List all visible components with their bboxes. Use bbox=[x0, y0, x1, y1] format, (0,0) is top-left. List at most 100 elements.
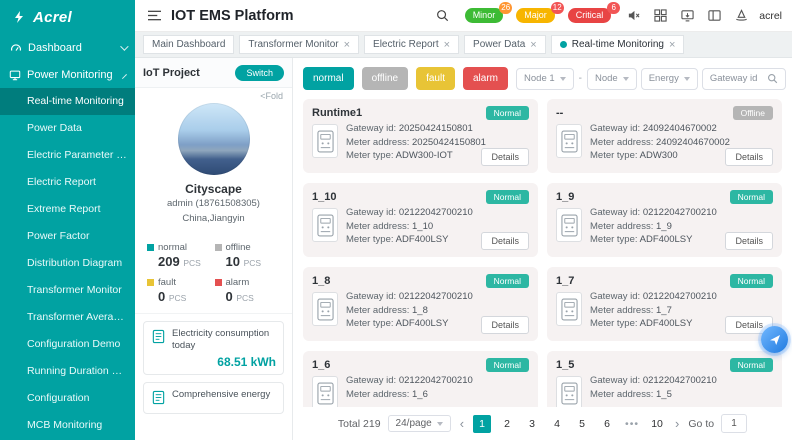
sidebar-item-extreme-report[interactable]: Extreme Report bbox=[0, 196, 135, 223]
stat-unit: PCS bbox=[169, 293, 186, 303]
alarm-badge-critical[interactable]: Critical6 bbox=[568, 8, 612, 23]
mute-icon[interactable] bbox=[624, 7, 642, 25]
alarm-badge-major[interactable]: Major12 bbox=[516, 8, 555, 23]
normal-color-dot bbox=[147, 244, 154, 251]
details-button[interactable]: Details bbox=[725, 232, 773, 250]
page-number-3[interactable]: 3 bbox=[523, 415, 541, 433]
sidebar-item-mcb-monitoring[interactable]: MCB Monitoring bbox=[0, 412, 135, 439]
skin-theme-hat-icon[interactable] bbox=[732, 7, 750, 25]
sidebar-item-power-data[interactable]: Power Data bbox=[0, 115, 135, 142]
filter-fault-button[interactable]: fault bbox=[416, 67, 455, 90]
logo: Acrel bbox=[0, 0, 135, 34]
device-card: 1_7NormalGateway id: 02122042700210Meter… bbox=[547, 267, 782, 341]
power-monitor-icon bbox=[9, 68, 21, 81]
page-number-6[interactable]: 6 bbox=[598, 415, 616, 433]
gateway-search-box[interactable] bbox=[702, 68, 786, 90]
search-icon[interactable] bbox=[767, 73, 779, 85]
chevron-down-icon bbox=[623, 77, 629, 81]
details-button[interactable]: Details bbox=[481, 316, 529, 334]
device-meter-address: Meter address: 1_7 bbox=[590, 304, 717, 318]
project-stat-fault: fault0 PCS bbox=[147, 277, 213, 304]
tab-close-icon[interactable]: × bbox=[669, 40, 675, 50]
page-number-2[interactable]: 2 bbox=[498, 415, 516, 433]
acrel-logo-icon bbox=[10, 8, 28, 26]
tab-transformer-monitor[interactable]: Transformer Monitor× bbox=[239, 35, 359, 54]
alarm-badge-minor[interactable]: Minor26 bbox=[465, 8, 504, 23]
details-button[interactable]: Details bbox=[481, 232, 529, 250]
tab-close-icon[interactable]: × bbox=[344, 40, 350, 50]
project-location: China,Jiangyin bbox=[135, 211, 292, 226]
device-name: -- bbox=[556, 107, 563, 119]
page-number-1[interactable]: 1 bbox=[473, 415, 491, 433]
filter-alarm-button[interactable]: alarm bbox=[463, 67, 508, 90]
prev-page-icon[interactable] bbox=[458, 417, 466, 430]
details-button[interactable]: Details bbox=[725, 148, 773, 166]
chevron-down-icon bbox=[120, 42, 128, 50]
dashboard-gauge-icon bbox=[9, 41, 22, 54]
device-gateway-id: Gateway id: 02122042700210 bbox=[346, 374, 473, 388]
goto-page-input[interactable] bbox=[721, 414, 747, 433]
device-name: 1_8 bbox=[312, 275, 330, 287]
sidebar-item-power-factor[interactable]: Power Factor bbox=[0, 223, 135, 250]
apps-grid-icon[interactable] bbox=[651, 7, 669, 25]
filter-offline-button[interactable]: offline bbox=[362, 67, 409, 90]
device-gateway-id: Gateway id: 02122042700210 bbox=[346, 206, 473, 220]
stat-label: normal bbox=[158, 242, 187, 253]
sidebar-item-electric-parameter-report[interactable]: Electric Parameter Report bbox=[0, 142, 135, 169]
sidebar-item-dashboard[interactable]: Dashboard bbox=[0, 34, 135, 61]
sidebar-item-label: Dashboard bbox=[28, 42, 82, 54]
sidebar-collapse-icon[interactable] bbox=[145, 7, 163, 25]
page-ellipsis[interactable]: ••• bbox=[623, 415, 641, 433]
filter-normal-button[interactable]: normal bbox=[303, 67, 354, 90]
sidebar-item-power-monitoring[interactable]: Power Monitoring bbox=[0, 61, 135, 88]
project-stat-normal: normal209 PCS bbox=[147, 242, 213, 269]
page-number-5[interactable]: 5 bbox=[573, 415, 591, 433]
switch-project-button[interactable]: Switch bbox=[235, 65, 284, 81]
tab-power-data[interactable]: Power Data× bbox=[464, 35, 546, 54]
gateway-search-input[interactable] bbox=[710, 73, 762, 84]
sidebar-item-electric-report[interactable]: Electric Report bbox=[0, 169, 135, 196]
search-icon[interactable] bbox=[434, 7, 452, 25]
page-size-select[interactable]: 24/page bbox=[388, 415, 451, 432]
sidebar-item-configuration-demo[interactable]: Configuration Demo bbox=[0, 331, 135, 358]
tab-electric-report[interactable]: Electric Report× bbox=[364, 35, 459, 54]
page-number-10[interactable]: 10 bbox=[648, 415, 666, 433]
device-status-badge: Normal bbox=[730, 274, 773, 288]
project-stat-alarm: alarm0 PCS bbox=[215, 277, 281, 304]
customer-service-float-button[interactable] bbox=[761, 326, 788, 353]
select-node[interactable]: Node bbox=[587, 68, 637, 90]
sidebar-item-transformer-monitor[interactable]: Transformer Monitor bbox=[0, 277, 135, 304]
select-energy[interactable]: Energy bbox=[641, 68, 698, 90]
device-meter-type: Meter type: ADF400LSY bbox=[346, 317, 473, 331]
device-card: 1_6NormalGateway id: 02122042700210Meter… bbox=[303, 351, 538, 407]
tab-close-icon[interactable]: × bbox=[444, 40, 450, 50]
username[interactable]: acrel bbox=[759, 10, 782, 22]
device-card: 1_10NormalGateway id: 02122042700210Mete… bbox=[303, 183, 538, 257]
next-page-icon[interactable] bbox=[673, 417, 681, 430]
sidebar-item-configuration[interactable]: Configuration bbox=[0, 385, 135, 412]
metric-label: Electricity consumption today bbox=[172, 328, 276, 353]
select-node-1[interactable]: Node 1 bbox=[516, 68, 574, 90]
sidebar-item-real-time-monitoring[interactable]: Real-time Monitoring bbox=[0, 88, 135, 115]
chevron-down-icon bbox=[684, 77, 690, 81]
alarm-color-dot bbox=[215, 279, 222, 286]
tab-real-time-monitoring[interactable]: Real-time Monitoring× bbox=[551, 35, 685, 54]
layout-columns-icon[interactable] bbox=[705, 7, 723, 25]
device-meter-address: Meter address: 20250424150801 bbox=[346, 136, 486, 150]
sidebar-item-transformer-average-loa[interactable]: Transformer Average Loa... bbox=[0, 304, 135, 331]
device-meter-type: Meter type: ADW300-IOT bbox=[346, 149, 486, 163]
logo-text: Acrel bbox=[33, 9, 72, 26]
page-number-4[interactable]: 4 bbox=[548, 415, 566, 433]
details-button[interactable]: Details bbox=[481, 148, 529, 166]
project-stat-offline: offline10 PCS bbox=[215, 242, 281, 269]
tab-main-dashboard[interactable]: Main Dashboard bbox=[143, 35, 234, 54]
device-meter-address: Meter address: 1_6 bbox=[346, 388, 473, 402]
sidebar-item-distribution-diagram[interactable]: Distribution Diagram bbox=[0, 250, 135, 277]
alarm-count-bubble: 12 bbox=[551, 2, 564, 14]
stat-unit: PCS bbox=[244, 258, 261, 268]
screen-cast-icon[interactable] bbox=[678, 7, 696, 25]
device-card-grid: Runtime1NormalGateway id: 20250424150801… bbox=[303, 99, 782, 407]
fold-panel-link[interactable]: <Fold bbox=[135, 88, 292, 101]
tab-close-icon[interactable]: × bbox=[530, 40, 536, 50]
sidebar-item-running-duration-report[interactable]: Running Duration Report bbox=[0, 358, 135, 385]
